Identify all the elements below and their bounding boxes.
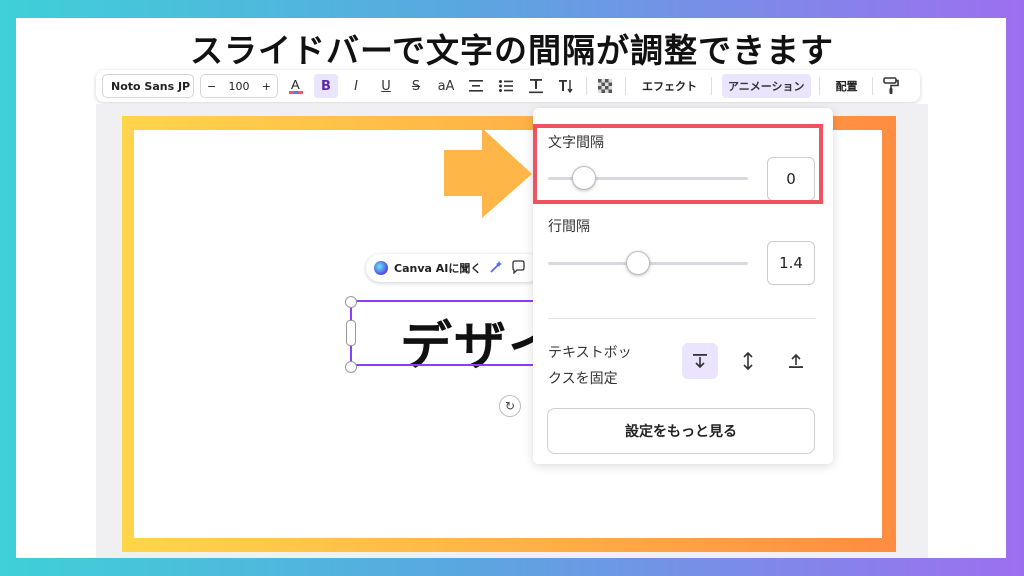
toolbar-divider	[818, 77, 820, 95]
magic-edit-icon[interactable]	[489, 260, 503, 277]
bold-button[interactable]: B	[314, 74, 338, 98]
anchor-label-line-2: クスを固定	[548, 371, 618, 387]
resize-handle-bottom-left[interactable]	[345, 361, 357, 373]
pointer-arrow-icon	[444, 128, 532, 218]
anchor-middle-icon	[743, 352, 753, 370]
font-family-select[interactable]: Noto Sans JP	[102, 74, 194, 98]
canva-ai-label: Canva AIに聞く	[394, 262, 482, 275]
spacing-icon[interactable]	[524, 74, 548, 98]
paint-roller-icon[interactable]	[879, 74, 903, 98]
letter-case-button[interactable]: aA	[434, 74, 458, 98]
anchor-bottom-button[interactable]	[778, 343, 814, 379]
animation-button[interactable]: アニメーション	[722, 74, 811, 98]
canva-ai-button[interactable]: Canva AIに聞く	[366, 254, 542, 282]
more-settings-button[interactable]: 設定をもっと見る	[547, 408, 815, 454]
size-value[interactable]: 100	[229, 80, 250, 93]
comment-icon[interactable]	[511, 259, 526, 277]
panel-divider	[548, 318, 816, 319]
position-button[interactable]: 配置	[830, 74, 864, 98]
anchor-top-icon	[693, 354, 707, 369]
canva-ai-logo-icon	[374, 261, 388, 275]
anchor-text-box-label: テキストボッ クスを固定	[548, 340, 632, 392]
line-spacing-label: 行間隔	[548, 219, 590, 235]
transparency-icon[interactable]	[593, 74, 617, 98]
anchor-middle-button[interactable]	[730, 343, 766, 379]
toolbar-divider	[586, 77, 587, 95]
toolbar-divider	[625, 77, 626, 95]
anchor-label-line-1: テキストボッ	[548, 345, 632, 361]
text-color-icon[interactable]: A	[284, 74, 308, 98]
resize-handle-top-left[interactable]	[345, 296, 357, 308]
toolbar-divider	[711, 77, 712, 95]
toolbar-divider	[871, 77, 873, 95]
anchor-top-button[interactable]	[682, 343, 718, 379]
line-spacing-input[interactable]: 1.4	[767, 241, 815, 285]
page-title: スライドバーで文字の間隔が調整できます	[189, 31, 835, 70]
align-center-icon[interactable]	[464, 74, 488, 98]
resize-handle-left[interactable]	[346, 320, 356, 346]
strikethrough-button[interactable]: S	[404, 74, 428, 98]
text-toolbar: Noto Sans JP − 100 + A B I U S aA エフェクト …	[96, 70, 920, 102]
font-size-stepper[interactable]: − 100 +	[200, 74, 278, 98]
size-increase-button[interactable]: +	[262, 80, 271, 93]
vertical-text-icon[interactable]	[554, 74, 578, 98]
line-spacing-slider-handle[interactable]	[626, 251, 650, 275]
italic-button[interactable]: I	[344, 74, 368, 98]
bullet-list-icon[interactable]	[494, 74, 518, 98]
selection-box	[350, 300, 540, 366]
rotate-icon[interactable]: ↻	[499, 395, 521, 417]
underline-button[interactable]: U	[374, 74, 398, 98]
svg-text:A: A	[291, 77, 300, 92]
effects-button[interactable]: エフェクト	[636, 74, 703, 98]
anchor-bottom-icon	[789, 353, 803, 368]
size-decrease-button[interactable]: −	[207, 80, 216, 93]
highlight-box	[533, 124, 823, 204]
